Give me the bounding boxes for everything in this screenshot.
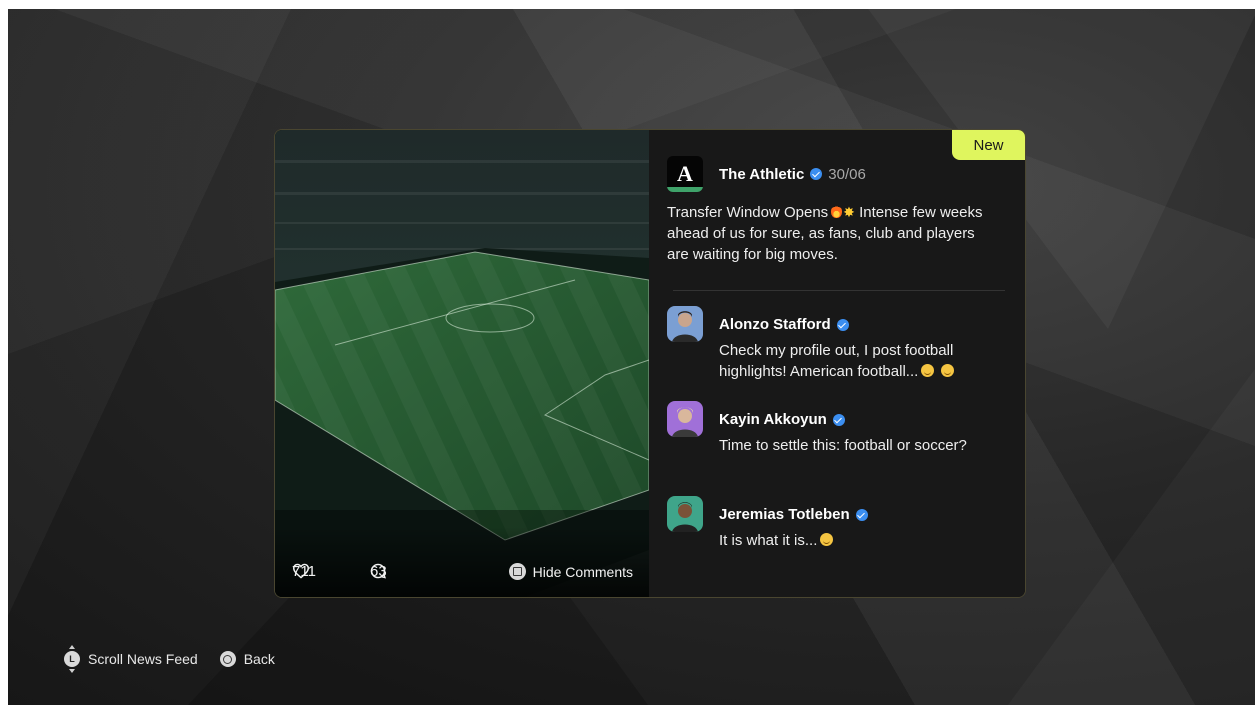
hide-comments-label: Hide Comments xyxy=(532,563,633,580)
divider xyxy=(673,290,1005,291)
avatar xyxy=(667,496,703,532)
the-athletic-logo: A xyxy=(667,156,703,192)
square-button-icon xyxy=(508,563,526,580)
verified-icon xyxy=(855,509,868,522)
comment-author: Jeremias Totleben xyxy=(719,506,868,523)
verified-icon xyxy=(836,319,849,332)
comment-author: Alonzo Stafford xyxy=(719,316,849,333)
background-screen: 711 63 Hide Comments New A The Athletic … xyxy=(8,9,1255,705)
new-badge: New xyxy=(952,130,1025,160)
smiling-emoji-icon xyxy=(820,533,834,546)
back-label: Back xyxy=(243,651,275,667)
avatar xyxy=(667,306,703,342)
post-header: A The Athletic 30/06 xyxy=(667,156,866,192)
news-post-card[interactable]: 711 63 Hide Comments New A The Athletic … xyxy=(274,129,1026,598)
verified-icon xyxy=(810,168,823,180)
post-date: 30/06 xyxy=(828,165,866,183)
verified-icon xyxy=(832,414,845,427)
scroll-news-feed-label: Scroll News Feed xyxy=(88,651,198,667)
post-author: The Athletic xyxy=(719,165,805,183)
heart-icon xyxy=(292,563,310,579)
fire-emoji-icon xyxy=(831,205,843,218)
grinning-emoji-icon xyxy=(921,364,935,377)
post-content-panel: New A The Athletic 30/06 Transfer Window… xyxy=(649,130,1025,597)
comment-author: Kayin Akkoyun xyxy=(719,411,845,428)
grinning-emoji-icon xyxy=(941,364,955,377)
avatar xyxy=(667,401,703,437)
scroll-news-feed-hint[interactable]: L Scroll News Feed xyxy=(64,645,198,673)
comment-text: Time to settle this: football or soccer? xyxy=(719,437,967,454)
comments-count[interactable]: 63 xyxy=(370,563,387,580)
post-text: Transfer Window Opens ✸ Intense few weeks… xyxy=(667,204,983,263)
likes-count[interactable]: 711 xyxy=(292,563,316,580)
left-stick-icon: L xyxy=(64,645,80,673)
controller-hints: L Scroll News Feed Back xyxy=(64,645,275,673)
hide-comments-button[interactable]: Hide Comments xyxy=(508,563,633,580)
post-image-stadium: 711 63 Hide Comments xyxy=(275,130,649,597)
comment-bubble-icon xyxy=(370,563,386,579)
comment-text: It is what it is... xyxy=(719,530,999,551)
sparkle-emoji-icon: ✸ xyxy=(843,204,855,220)
circle-button-icon xyxy=(219,651,236,667)
back-hint[interactable]: Back xyxy=(219,651,275,667)
comment-text: Check my profile out, I post football hi… xyxy=(719,342,955,380)
